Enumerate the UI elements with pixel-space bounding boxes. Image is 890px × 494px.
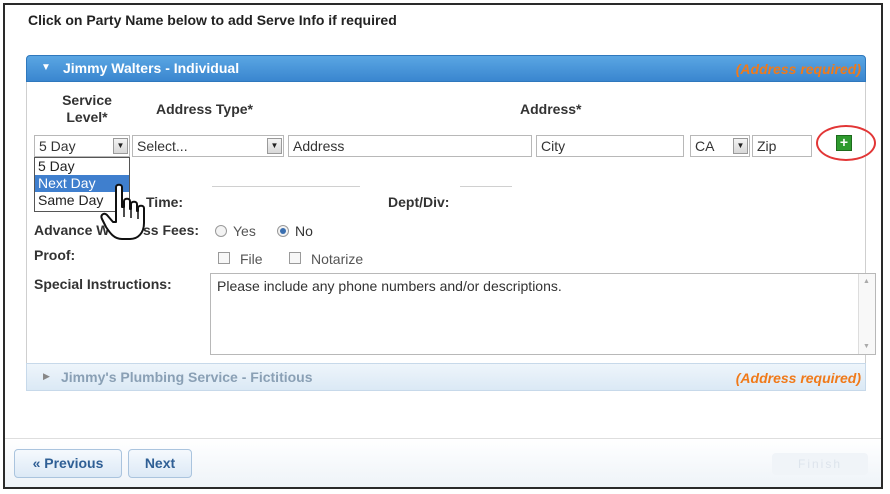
- party-header-jimmy-walters[interactable]: ▼ Jimmy Walters - Individual (Address re…: [26, 55, 866, 82]
- scroll-up-icon[interactable]: ▲: [863, 278, 870, 285]
- scroll-down-icon[interactable]: ▼: [863, 343, 870, 350]
- proof-label: Proof:: [34, 247, 76, 263]
- time-input[interactable]: [212, 187, 360, 209]
- address-type-header: Address Type*: [156, 101, 253, 117]
- special-instructions-text: Please include any phone numbers and/or …: [217, 278, 562, 294]
- annotation-circle: [816, 125, 876, 161]
- city-input[interactable]: City: [536, 135, 684, 157]
- dept-div-input[interactable]: [460, 187, 512, 209]
- next-button[interactable]: Next: [128, 449, 192, 478]
- service-level-select[interactable]: 5 Day ▼: [34, 135, 130, 157]
- special-instructions-label: Special Instructions:: [34, 276, 172, 292]
- advance-fees-label-start: Advance W: [34, 222, 110, 238]
- time-label: Time:: [146, 194, 184, 210]
- instruction-text: Click on Party Name below to add Serve I…: [28, 12, 397, 28]
- previous-button[interactable]: « Previous: [14, 449, 122, 478]
- address-input[interactable]: Address: [288, 135, 532, 157]
- address-required-label: (Address required): [735, 61, 861, 77]
- party-header-jimmys-plumbing[interactable]: ▶ Jimmy's Plumbing Service - Fictitious …: [26, 363, 866, 391]
- zip-input[interactable]: Zip: [752, 135, 812, 157]
- expand-triangle-icon: ▶: [43, 371, 50, 381]
- city-placeholder: City: [541, 138, 566, 154]
- chevron-down-icon[interactable]: ▼: [733, 138, 748, 154]
- zip-placeholder: Zip: [757, 138, 777, 154]
- party-name: Jimmy Walters - Individual: [63, 60, 240, 76]
- yes-label: Yes: [233, 223, 256, 239]
- hand-pointer-cursor-icon: [100, 183, 145, 240]
- state-value: CA: [695, 138, 715, 154]
- dropdown-option[interactable]: 5 Day: [35, 158, 129, 175]
- state-select[interactable]: CA ▼: [690, 135, 750, 157]
- dept-div-label: Dept/Div:: [388, 194, 450, 210]
- party-name: Jimmy's Plumbing Service - Fictitious: [61, 369, 313, 385]
- address-type-value: Select...: [137, 138, 188, 154]
- service-level-value: 5 Day: [39, 138, 76, 154]
- notarize-checkbox[interactable]: [289, 252, 301, 264]
- notarize-label: Notarize: [311, 251, 364, 267]
- special-instructions-textarea[interactable]: Please include any phone numbers and/or …: [210, 273, 876, 355]
- address-placeholder: Address: [293, 138, 345, 154]
- file-checkbox[interactable]: [218, 252, 230, 264]
- service-level-header: Service Level*: [62, 92, 112, 125]
- advance-fees-label-end: ss Fees:: [143, 222, 200, 238]
- file-label: File: [240, 251, 263, 267]
- address-required-label: (Address required): [735, 370, 861, 386]
- chevron-down-icon[interactable]: ▼: [113, 138, 128, 154]
- expand-triangle-icon: ▼: [41, 62, 51, 73]
- address-header: Address*: [520, 101, 582, 117]
- no-label: No: [295, 223, 313, 239]
- address-type-select[interactable]: Select... ▼: [132, 135, 284, 157]
- finish-button[interactable]: Finish: [772, 453, 868, 475]
- advance-fees-yes-radio[interactable]: [215, 225, 227, 237]
- chevron-down-icon[interactable]: ▼: [267, 138, 282, 154]
- textarea-scrollbar[interactable]: ▲ ▼: [858, 274, 875, 354]
- advance-fees-no-radio[interactable]: [277, 225, 289, 237]
